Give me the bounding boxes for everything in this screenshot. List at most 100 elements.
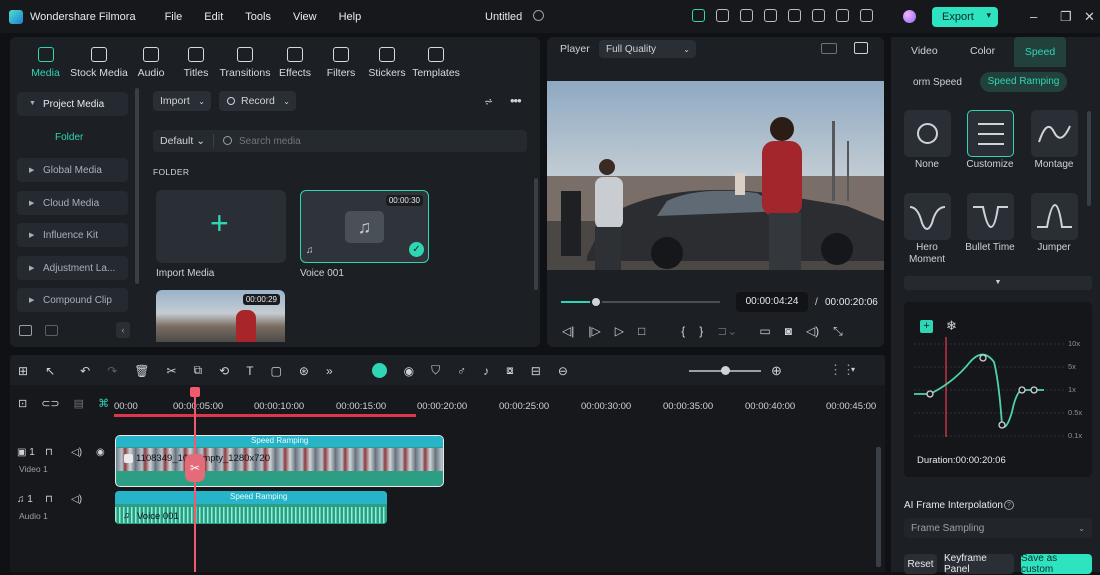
voice-clip-tile[interactable]: 00:00:30 ♫ ♫ ✓ [300, 190, 429, 263]
filter-icon[interactable]: ⩫ [484, 95, 493, 108]
sidebar-item-influence-kit[interactable]: ▶ Influence Kit [17, 223, 128, 247]
current-time[interactable]: 00:00:04:24 [736, 292, 808, 312]
menu-view[interactable]: View [293, 11, 317, 23]
zoom-in-icon[interactable]: ⊕ [771, 363, 782, 379]
tab-media[interactable]: Media [21, 37, 70, 85]
collapse-sidebar-icon[interactable]: ‹ [116, 322, 130, 338]
video-preview[interactable] [547, 81, 884, 270]
crop-icon[interactable]: ⧉ [194, 363, 203, 378]
snap-icon[interactable]: ⌘ [98, 397, 109, 410]
camera-icon[interactable]: ◙ [785, 324, 792, 339]
speaker-icon[interactable]: ◁) [71, 447, 82, 458]
speed-curve-editor[interactable]: + ❄ 10x 5x 1x 0.5x 0.1x Duration:00:00:2… [904, 302, 1092, 477]
layout-grid-icon[interactable]: ⊞ [18, 364, 28, 378]
folder-lock-icon[interactable]: ⊓ [45, 494, 53, 505]
avatar[interactable] [903, 10, 916, 23]
render-preview-icon[interactable]: ◉ [404, 364, 414, 378]
undo-icon[interactable]: ↶ [80, 364, 90, 378]
stop-icon[interactable]: □ [638, 324, 645, 339]
tab-stock-media[interactable]: Stock Media [70, 37, 128, 85]
tab-video[interactable]: Video [911, 45, 938, 57]
snapshot-view-icon[interactable] [854, 42, 868, 54]
mask-icon[interactable]: ▢ [271, 364, 282, 378]
group-icon[interactable]: ▤ [74, 397, 84, 410]
mark-out-icon[interactable]: } [699, 324, 703, 339]
sidebar-scrollbar[interactable] [135, 88, 139, 284]
select-arrow-icon[interactable]: ↖ [45, 364, 55, 378]
chevron-down-icon[interactable]: ▾ [851, 365, 855, 374]
audio-mixer-icon[interactable]: ♪ [483, 364, 489, 378]
sidebar-item-folder[interactable]: Folder [55, 132, 83, 143]
reset-button[interactable]: Reset [904, 554, 937, 574]
close-icon[interactable]: ✕ [1084, 9, 1095, 25]
speaker-icon[interactable]: ◁) [71, 494, 82, 505]
cloud-upload-icon[interactable] [812, 9, 825, 22]
preset-hero-moment[interactable] [904, 193, 951, 240]
preset-customize[interactable] [967, 110, 1014, 157]
tab-stickers[interactable]: Stickers [364, 37, 410, 85]
playback-track[interactable] [561, 296, 720, 308]
scissors-icon[interactable]: ✂ [185, 454, 205, 482]
gift-icon[interactable] [692, 9, 705, 22]
menu-help[interactable]: Help [339, 11, 362, 23]
playhead-handle[interactable] [190, 387, 200, 397]
import-media-tile[interactable]: + [156, 190, 286, 263]
zoom-out-icon[interactable]: ⊖ [558, 364, 568, 378]
tab-speed[interactable]: Speed [1014, 37, 1066, 67]
new-folder-icon[interactable] [19, 325, 32, 336]
time-ruler[interactable]: 00:00 00:00:05:00 00:00:10:00 00:00:15:0… [114, 387, 885, 419]
record-dropdown[interactable]: Record ⌄ [219, 91, 296, 111]
frame-sampling-dropdown[interactable]: Frame Sampling ⌄ [904, 518, 1092, 538]
snapshot-icon[interactable]: ⧇ [506, 363, 514, 378]
preset-scrollbar[interactable] [1087, 111, 1091, 206]
redo-icon[interactable]: ↷ [107, 364, 117, 378]
folder-icon[interactable] [45, 325, 58, 336]
sidebar-item-global-media[interactable]: ▶ Global Media [17, 158, 128, 182]
help-icon[interactable]: ? [1004, 500, 1014, 510]
video-clip[interactable]: Speed Ramping 1108349_10...Empty_1280x72… [115, 435, 444, 487]
tab-templates[interactable]: Templates [410, 37, 462, 85]
timeline-scrollbar[interactable] [876, 447, 881, 567]
folder-lock-icon[interactable]: ⊓ [45, 447, 53, 458]
sidebar-item-compound-clip[interactable]: ▶ Compound Clip [17, 288, 128, 312]
tab-titles[interactable]: Titles [174, 37, 218, 85]
tab-speed-ramping[interactable]: Speed Ramping [980, 72, 1067, 92]
keyframe-panel-button[interactable]: Keyframe Panel [944, 553, 1014, 575]
playhead-knob[interactable] [589, 296, 602, 308]
ai-tool-icon[interactable] [371, 363, 387, 378]
display-icon[interactable]: ▭ [759, 324, 770, 339]
previous-frame-icon[interactable]: ◁| [562, 324, 574, 339]
sidebar-item-cloud-media[interactable]: ▶ Cloud Media [17, 191, 128, 215]
preset-none[interactable] [904, 110, 951, 157]
import-dropdown[interactable]: Import ⌄ [153, 91, 211, 111]
add-track-icon[interactable]: ⊡ [18, 397, 27, 410]
tab-color[interactable]: Color [970, 45, 995, 57]
export-button[interactable]: Export ▾ [932, 7, 998, 27]
timeline-playhead[interactable]: ✂ [185, 387, 205, 572]
sidebar-item-adjustment-layer[interactable]: ▶ Adjustment La... [17, 256, 128, 280]
sort-dropdown[interactable]: Default ⌄ [160, 135, 205, 147]
tab-transitions[interactable]: Transitions [218, 37, 272, 85]
play-icon[interactable]: ▷ [615, 324, 624, 339]
link-icon[interactable]: ⊂⊃ [41, 397, 59, 410]
delete-icon[interactable]: 🗑︎ [134, 364, 149, 378]
microphone-icon[interactable]: ♂ [457, 364, 466, 378]
quality-dropdown[interactable]: Full Quality ⌄ [599, 40, 696, 58]
expand-presets[interactable]: ▼ [904, 276, 1092, 290]
preset-montage[interactable] [1031, 110, 1078, 157]
subtitle-icon[interactable]: ⊟ [531, 364, 541, 378]
color-match-icon[interactable]: ⊛ [299, 364, 309, 378]
audio-clip[interactable]: Speed Ramping ♫ Voice 001 [115, 491, 387, 524]
eye-icon[interactable]: ◉ [96, 447, 105, 458]
menu-tools[interactable]: Tools [245, 11, 271, 23]
zoom-knob[interactable] [721, 366, 730, 375]
restore-icon[interactable]: ❐ [1060, 9, 1072, 25]
minimize-icon[interactable]: – [1030, 9, 1037, 24]
preset-bullet-time[interactable] [967, 193, 1014, 240]
volume-icon[interactable]: ◁) [806, 324, 819, 339]
more-options-icon[interactable]: ••• [510, 93, 522, 108]
video-clip-tile[interactable]: 00:00:29 [156, 290, 285, 342]
mark-in-icon[interactable]: { [681, 324, 685, 339]
tab-effects[interactable]: Effects [272, 37, 318, 85]
tab-filters[interactable]: Filters [318, 37, 364, 85]
